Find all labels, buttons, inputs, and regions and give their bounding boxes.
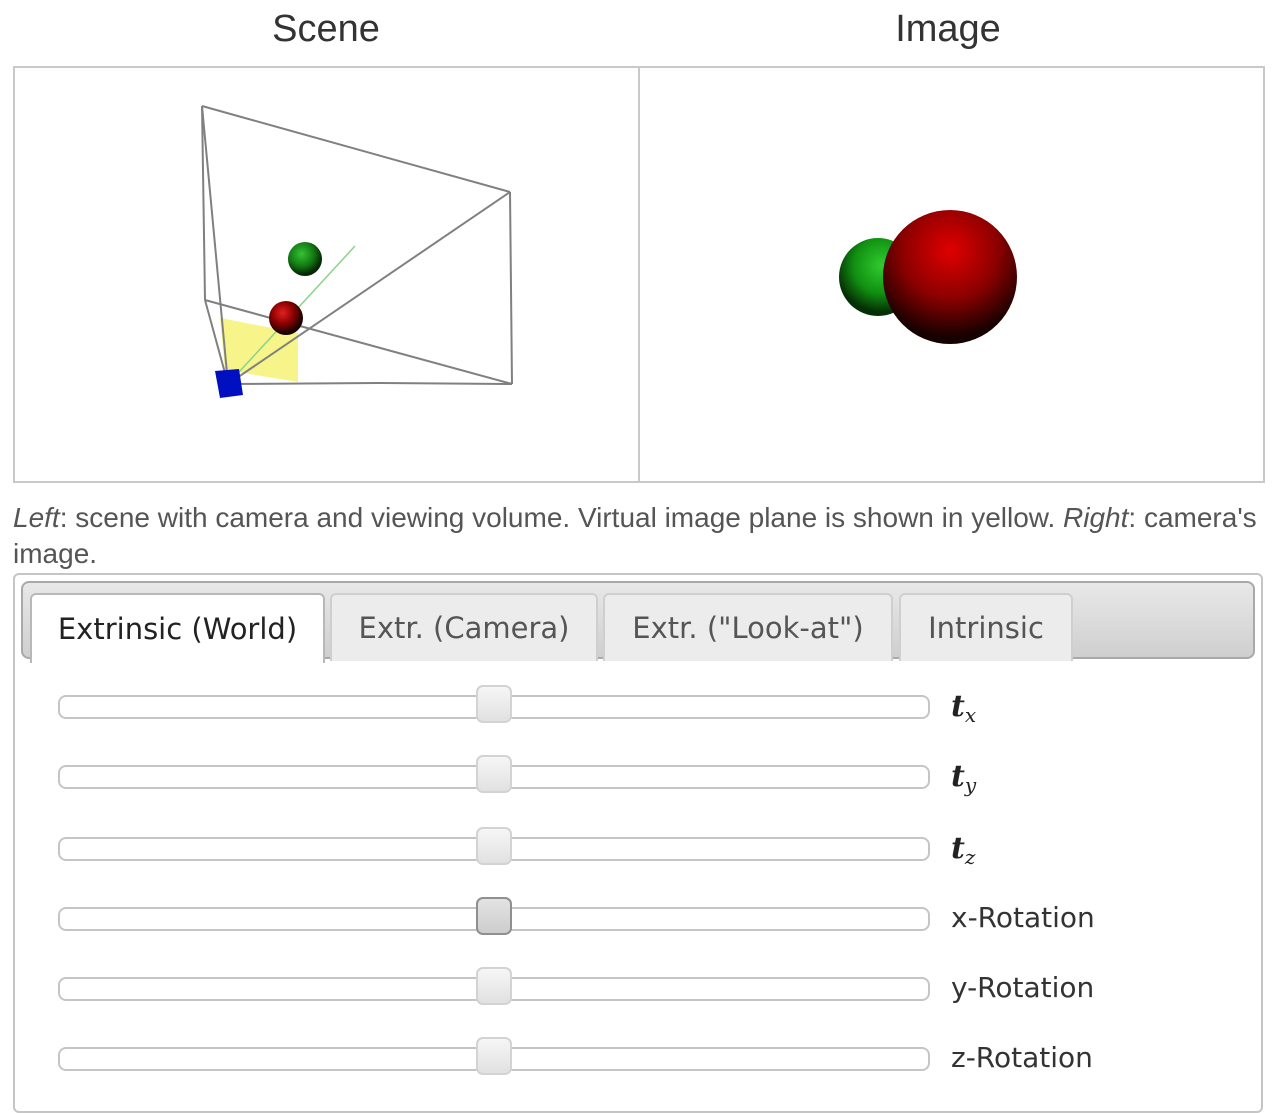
slider-y-rotation: y-Rotation [58, 967, 1218, 1011]
projected-red-sphere [883, 210, 1017, 344]
caption-left-label: Left [13, 502, 60, 533]
viewport-frame [13, 66, 1265, 483]
slider-handle[interactable] [476, 755, 512, 793]
tab-extrinsic-world[interactable]: Extrinsic (World) [30, 593, 325, 663]
subscript-z: z [964, 845, 976, 869]
tab-extr-look-at[interactable]: Extr. ("Look-at") [603, 593, 893, 661]
tab-strip: Extrinsic (World) Extr. (Camera) Extr. (… [21, 581, 1255, 663]
image-viewport [839, 210, 1017, 344]
slider-label-ty: ty [951, 759, 976, 797]
green-sphere [288, 242, 322, 276]
slider-handle[interactable] [476, 827, 512, 865]
caption-right-label: Right [1063, 502, 1129, 533]
tab-intrinsic[interactable]: Intrinsic [899, 593, 1073, 661]
slider-label-x-rotation: x-Rotation [951, 901, 1095, 934]
slider-x-rotation: x-Rotation [58, 897, 1218, 941]
slider-label-z-rotation: z-Rotation [951, 1041, 1093, 1074]
symbol-t: t [951, 831, 965, 866]
scene-heading: Scene [272, 8, 380, 50]
scene-viewport[interactable] [15, 68, 638, 481]
caption-left-text: : scene with camera and viewing volume. … [59, 502, 1064, 533]
slider-handle[interactable] [476, 685, 512, 723]
slider-handle[interactable] [476, 897, 512, 935]
slider-label-tz: tz [951, 831, 975, 869]
slider-tz: tz [58, 827, 1218, 871]
subscript-y: y [964, 773, 977, 797]
figure-caption: Left: scene with camera and viewing volu… [13, 500, 1263, 572]
slider-handle[interactable] [476, 1037, 512, 1075]
slider-handle[interactable] [476, 967, 512, 1005]
camera-cube [215, 369, 243, 398]
slider-ty: ty [58, 755, 1218, 799]
slider-z-rotation: z-Rotation [58, 1037, 1218, 1081]
slider-label-tx: tx [951, 689, 976, 727]
image-heading: Image [895, 8, 1001, 50]
red-sphere [269, 301, 303, 335]
slider-tx: tx [58, 685, 1218, 729]
slider-label-y-rotation: y-Rotation [951, 971, 1095, 1004]
symbol-t: t [951, 759, 965, 794]
tab-extr-camera[interactable]: Extr. (Camera) [330, 593, 598, 661]
symbol-t: t [951, 689, 965, 724]
subscript-x: x [964, 703, 977, 727]
